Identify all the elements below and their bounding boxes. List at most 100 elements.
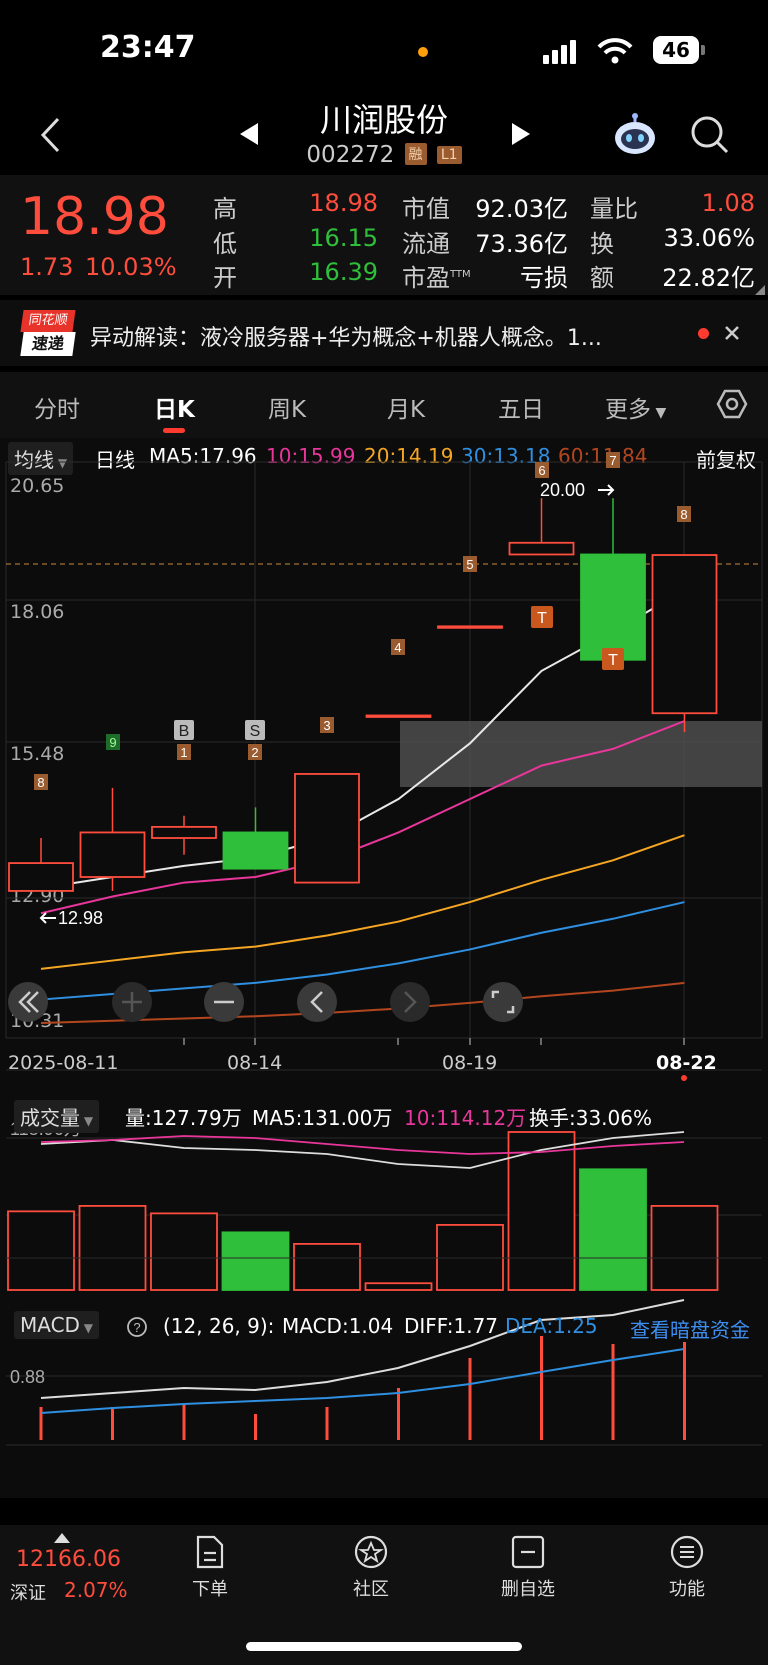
quote-panel: 18.98 1.73 10.03% 高 18.98 低 16.15 开 16.3… bbox=[0, 175, 768, 295]
dea-value: DEA:1.25 bbox=[505, 1314, 598, 1338]
tab-monthly-k[interactable]: 月K bbox=[387, 390, 425, 424]
nav-order[interactable]: 下单 bbox=[155, 1535, 265, 1601]
last-price: 18.98 bbox=[20, 187, 169, 247]
nav-functions[interactable]: 功能 bbox=[632, 1535, 742, 1601]
home-indicator[interactable] bbox=[246, 1642, 522, 1651]
level-tag: L1 bbox=[436, 146, 462, 164]
volume-bar bbox=[364, 1282, 433, 1291]
tab-daily-k[interactable]: 日K bbox=[154, 390, 195, 424]
candle-body bbox=[222, 831, 289, 870]
nav-community[interactable]: 社区 bbox=[316, 1535, 426, 1601]
date-label: 08-22 bbox=[656, 1052, 717, 1074]
volume-bar bbox=[78, 1205, 147, 1291]
margin-tag: 融 bbox=[404, 143, 427, 165]
low-value: 16.15 bbox=[309, 224, 378, 252]
volume-bar bbox=[221, 1231, 290, 1291]
volume-bar bbox=[436, 1224, 504, 1291]
next-stock-icon[interactable] bbox=[510, 121, 532, 147]
candle-body bbox=[8, 862, 74, 892]
wifi-icon bbox=[597, 38, 633, 64]
news-logo: 同花顺 速递 bbox=[20, 310, 76, 356]
volume-bar bbox=[579, 1168, 647, 1291]
volume-bar bbox=[650, 1205, 719, 1291]
mcap-label: 市值 bbox=[402, 195, 450, 223]
svg-text:1: 1 bbox=[180, 745, 187, 760]
scroll-right-button bbox=[390, 982, 430, 1022]
news-ticker[interactable]: 同花顺 速递 异动解读：液冷服务器+华为概念+机器人概念。1... bbox=[0, 300, 768, 366]
volume-ma5-line bbox=[40, 1131, 685, 1169]
nav-remove-watchlist[interactable]: 删自选 bbox=[473, 1535, 583, 1601]
tab-intraday[interactable]: 分时 bbox=[34, 390, 80, 424]
battery-indicator: 46 bbox=[653, 36, 699, 64]
price-change-pct: 10.03% bbox=[85, 253, 177, 281]
volume-ma5: MA5:131.00万 bbox=[252, 1106, 393, 1130]
turnover-label: 换 bbox=[590, 230, 614, 258]
tab-weekly-k[interactable]: 周K bbox=[268, 390, 306, 424]
high-annotation: 20.00 bbox=[540, 480, 585, 500]
svg-text:S: S bbox=[250, 723, 261, 740]
settings-icon[interactable] bbox=[716, 388, 748, 420]
date-label: 08-19 bbox=[442, 1052, 498, 1074]
index-name: 深证 bbox=[10, 1583, 46, 1604]
menu-icon bbox=[670, 1535, 704, 1569]
low-label: 低 bbox=[213, 230, 237, 258]
index-pct: 2.07% bbox=[64, 1578, 128, 1602]
chart-period-tabs: 分时 日K 周K 月K 五日 更多 ▼ bbox=[0, 372, 768, 438]
volratio-label: 量比 bbox=[590, 195, 638, 223]
volume-selector[interactable]: 成交量 ▼ bbox=[14, 1100, 100, 1133]
index-value[interactable]: 12166.06 bbox=[16, 1547, 121, 1572]
svg-text:T: T bbox=[608, 652, 618, 669]
high-arrow bbox=[598, 484, 615, 496]
date-label: 2025-08-11 bbox=[8, 1052, 119, 1074]
volume-ma10: 10:114.12万 bbox=[404, 1106, 527, 1130]
close-icon[interactable] bbox=[724, 325, 740, 341]
macd-params: (12, 26, 9): bbox=[163, 1314, 275, 1338]
dark-pool-link[interactable]: 查看暗盘资金 bbox=[630, 1314, 750, 1343]
candle-body bbox=[151, 825, 217, 839]
signal-badges: B S T T bbox=[174, 606, 624, 740]
tab-more[interactable]: 更多 ▼ bbox=[605, 390, 666, 424]
search-icon[interactable] bbox=[690, 115, 730, 155]
volume-ma10-line bbox=[40, 1135, 685, 1155]
macd-selector[interactable]: MACD ▼ bbox=[14, 1311, 99, 1339]
selection-zone bbox=[400, 721, 762, 787]
candle-body bbox=[437, 625, 503, 629]
svg-text:4: 4 bbox=[394, 640, 401, 655]
volume-bar bbox=[7, 1210, 75, 1291]
battery-tip bbox=[701, 45, 705, 55]
help-icon[interactable]: ? bbox=[126, 1316, 148, 1338]
tab-five-day[interactable]: 五日 bbox=[498, 390, 544, 424]
svg-text:7: 7 bbox=[609, 453, 616, 468]
pe-value: 亏损 bbox=[520, 264, 568, 292]
mcap-value: 92.03亿 bbox=[475, 195, 568, 223]
high-value: 18.98 bbox=[309, 189, 378, 217]
candle-body bbox=[365, 714, 432, 718]
price-change: 1.73 bbox=[20, 253, 74, 281]
order-icon bbox=[196, 1535, 224, 1569]
dea-line bbox=[40, 1348, 685, 1414]
pe-label: 市盈TTM bbox=[402, 264, 471, 292]
amount-value: 22.82亿 bbox=[662, 264, 755, 292]
macd-value: MACD:1.04 bbox=[282, 1314, 394, 1338]
turnover-rate: 换手:33.06% bbox=[529, 1106, 652, 1130]
expand-corner-icon[interactable] bbox=[755, 285, 765, 295]
candle-body bbox=[580, 553, 646, 661]
date-label: 08-14 bbox=[227, 1052, 283, 1074]
float-value: 73.36亿 bbox=[475, 230, 568, 258]
svg-text:2: 2 bbox=[251, 745, 258, 760]
amount-label: 额 bbox=[590, 264, 614, 292]
fullscreen-button bbox=[483, 982, 523, 1022]
diff-value: DIFF:1.77 bbox=[404, 1314, 499, 1338]
candle-body bbox=[294, 773, 360, 884]
low-arrow bbox=[39, 912, 56, 924]
low-annotation: 12.98 bbox=[58, 908, 103, 928]
open-value: 16.39 bbox=[309, 258, 378, 286]
news-text: 异动解读：液冷服务器+华为概念+机器人概念。1... bbox=[90, 326, 602, 351]
float-label: 流通 bbox=[402, 230, 450, 258]
remove-watchlist-icon bbox=[511, 1535, 545, 1569]
turnover-value: 33.06% bbox=[663, 224, 755, 252]
robot-assistant-icon[interactable] bbox=[612, 112, 658, 158]
svg-text:3: 3 bbox=[323, 718, 330, 733]
svg-text:5: 5 bbox=[466, 557, 473, 572]
scroll-left-button bbox=[297, 982, 337, 1022]
